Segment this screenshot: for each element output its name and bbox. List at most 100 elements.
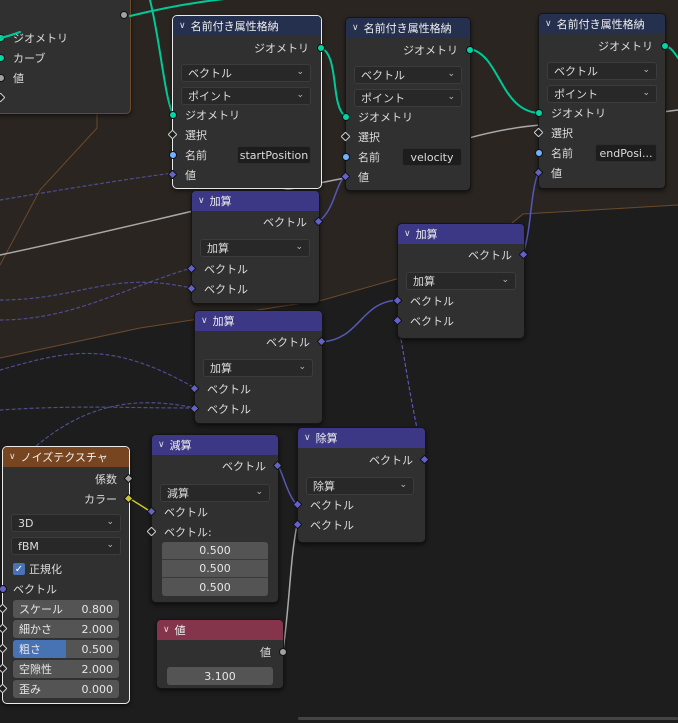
input-vector-1: ベクトル xyxy=(204,263,248,276)
wire-dashed-2 xyxy=(0,267,192,321)
noise-type-dropdown[interactable]: fBM ⌄ xyxy=(11,537,121,555)
chevron-down-icon[interactable]: ∨ xyxy=(179,21,186,31)
chevron-down-icon[interactable]: ∨ xyxy=(352,23,359,33)
domain-dropdown[interactable]: ポイント ⌄ xyxy=(354,89,462,107)
chevron-down-icon: ⌄ xyxy=(642,65,650,75)
noise-texture-node[interactable]: ∨ ノイズテクスチャ 係数 カラー 3D ⌄ fBM ⌄ ✓ 正規化 ベクトル スケー… xyxy=(0,446,134,704)
output-geometry-socket[interactable] xyxy=(661,42,669,50)
scale-socket[interactable] xyxy=(0,603,8,614)
name-field[interactable]: endPosi... xyxy=(595,144,657,162)
wire-store2-to-store3 xyxy=(469,48,539,114)
node-header[interactable]: ∨ ノイズテクスチャ xyxy=(3,447,129,467)
node-header[interactable]: ∨ 名前付き属性格納 xyxy=(539,14,665,34)
frame-border-inner xyxy=(0,113,98,266)
input-selection: 選択 xyxy=(185,129,207,142)
chevron-down-icon: ⌄ xyxy=(298,362,306,372)
wire-value-to-div xyxy=(282,524,298,652)
vector-z-field[interactable]: 0.500 xyxy=(162,578,268,596)
partial-field-socket[interactable] xyxy=(0,92,6,103)
chevron-down-icon[interactable]: ∨ xyxy=(201,316,208,326)
input-vector-1: ベクトル xyxy=(164,506,208,519)
chevron-down-icon[interactable]: ∨ xyxy=(158,440,165,450)
roughness-socket[interactable] xyxy=(0,643,8,654)
vector-x-field[interactable]: 0.500 xyxy=(162,542,268,560)
data-type-dropdown[interactable]: ベクトル ⌄ xyxy=(547,62,657,80)
output-geometry-socket[interactable] xyxy=(466,46,474,54)
value-field[interactable]: 3.100 xyxy=(167,667,273,685)
wire-dashed-4 xyxy=(0,352,196,389)
node-header[interactable]: ∨ 減算 xyxy=(152,435,278,455)
node-header[interactable]: ∨ 除算 xyxy=(298,428,425,448)
operation-dropdown[interactable]: 加算 ⌄ xyxy=(406,272,516,290)
partial-output-curve: カーブ xyxy=(13,52,46,65)
detail-field[interactable]: 細かさ 2.000 xyxy=(13,620,119,638)
node-header[interactable]: ∨ 名前付き属性格納 xyxy=(346,18,470,38)
wire-dashed-3 xyxy=(0,281,192,301)
name-field[interactable]: startPosition xyxy=(237,146,311,164)
vector-math-divide-node[interactable]: ∨ 除算 ベクトル 除算 ⌄ ベクトル ベクトル xyxy=(292,427,430,543)
dimensions-dropdown[interactable]: 3D ⌄ xyxy=(11,514,121,532)
operation-dropdown[interactable]: 加算 ⌄ xyxy=(203,359,313,377)
scale-field[interactable]: スケール 0.800 xyxy=(13,600,119,618)
wire-sub-to-div xyxy=(277,464,298,506)
output-geometry-socket[interactable] xyxy=(317,44,325,52)
node-header[interactable]: ∨ 加算 xyxy=(398,224,524,244)
input-geometry-socket[interactable] xyxy=(535,109,543,117)
chevron-down-icon: ⌄ xyxy=(447,69,455,79)
distortion-socket[interactable] xyxy=(0,683,8,694)
node-header[interactable]: ∨ 値 xyxy=(157,620,283,640)
data-type-dropdown[interactable]: ベクトル ⌄ xyxy=(181,64,311,82)
chevron-down-icon[interactable]: ∨ xyxy=(198,196,205,206)
input-geometry-socket[interactable] xyxy=(169,111,177,119)
lacunarity-field[interactable]: 空隙性 2.000 xyxy=(13,660,119,678)
wire-geo-to-store1 xyxy=(149,0,174,115)
vector-y-field[interactable]: 0.500 xyxy=(162,560,268,578)
input-name-socket[interactable] xyxy=(535,149,543,157)
partial-curve-node[interactable]: ジオメトリ カーブ 値 xyxy=(0,0,131,114)
detail-socket[interactable] xyxy=(0,623,8,634)
distortion-field[interactable]: 歪み 0.000 xyxy=(13,680,119,698)
input-selection: 選択 xyxy=(358,131,380,144)
vector-math-add-node-1[interactable]: ∨ 加算 ベクトル 加算 ⌄ ベクトル ベクトル xyxy=(186,190,324,304)
vector-math-add-node-2[interactable]: ∨ 加算 ベクトル 加算 ⌄ ベクトル ベクトル xyxy=(189,310,327,424)
chevron-down-icon: ⌄ xyxy=(255,487,263,497)
input-name-socket[interactable] xyxy=(342,153,350,161)
operation-dropdown[interactable]: 除算 ⌄ xyxy=(306,477,414,495)
output-vector: ベクトル xyxy=(369,454,413,467)
output-value-socket[interactable] xyxy=(279,648,287,656)
chevron-down-icon: ⌄ xyxy=(447,92,455,102)
operation-dropdown[interactable]: 加算 ⌄ xyxy=(200,239,310,257)
horizontal-scrollbar[interactable] xyxy=(298,717,678,720)
output-vector: ベクトル xyxy=(222,460,266,473)
name-field[interactable]: velocity xyxy=(402,148,462,166)
chevron-down-icon[interactable]: ∨ xyxy=(9,452,16,462)
vector-math-add-node-3[interactable]: ∨ 加算 ベクトル 加算 ⌄ ベクトル ベクトル xyxy=(392,223,529,339)
lacunarity-socket[interactable] xyxy=(0,663,8,674)
input-name-socket[interactable] xyxy=(169,151,177,159)
chevron-down-icon[interactable]: ∨ xyxy=(304,433,311,443)
vector-math-subtract-node[interactable]: ∨ 減算 ベクトル 減算 ⌄ ベクトル ベクトル: 0.500 0.500 0.50… xyxy=(146,434,283,603)
output-color: カラー xyxy=(84,493,117,506)
input-geometry-socket[interactable] xyxy=(342,113,350,121)
store-named-attribute-node-3[interactable]: ∨ 名前付き属性格納 ジオメトリ ベクトル ⌄ ポイント ⌄ ジオメトリ 選択 名前 … xyxy=(533,13,669,189)
domain-dropdown[interactable]: ポイント ⌄ xyxy=(181,87,311,105)
node-header[interactable]: ∨ 加算 xyxy=(195,311,322,331)
wire-add2-to-add3 xyxy=(320,299,399,343)
partial-top-output-socket[interactable] xyxy=(120,11,128,19)
node-header[interactable]: ∨ 加算 xyxy=(192,191,319,211)
data-type-dropdown[interactable]: ベクトル ⌄ xyxy=(354,66,462,84)
input-geometry: ジオメトリ xyxy=(185,109,240,122)
chevron-down-icon: ⌄ xyxy=(399,480,407,490)
value-input-node[interactable]: ∨ 値 値 3.100 xyxy=(156,619,287,689)
operation-dropdown[interactable]: 減算 ⌄ xyxy=(160,484,270,502)
chevron-down-icon: ⌄ xyxy=(642,88,650,98)
store-named-attribute-node-2[interactable]: ∨ 名前付き属性格納 ジオメトリ ベクトル ⌄ ポイント ⌄ ジオメトリ 選択 名前 … xyxy=(340,17,474,191)
chevron-down-icon[interactable]: ∨ xyxy=(163,625,170,635)
node-header[interactable]: ∨ 名前付き属性格納 xyxy=(173,16,321,36)
node-editor-canvas[interactable]: ジオメトリ カーブ 値 ∨ 名前付き属性格納 ジオメトリ ベクトル ⌄ ポイント… xyxy=(0,0,678,723)
chevron-down-icon[interactable]: ∨ xyxy=(404,229,411,239)
chevron-down-icon[interactable]: ∨ xyxy=(545,19,552,29)
store-named-attribute-node-1[interactable]: ∨ 名前付き属性格納 ジオメトリ ベクトル ⌄ ポイント ⌄ ジオメトリ 選択 名前 … xyxy=(167,15,325,189)
roughness-slider[interactable]: 粗さ 0.500 xyxy=(13,640,119,658)
domain-dropdown[interactable]: ポイント ⌄ xyxy=(547,85,657,103)
